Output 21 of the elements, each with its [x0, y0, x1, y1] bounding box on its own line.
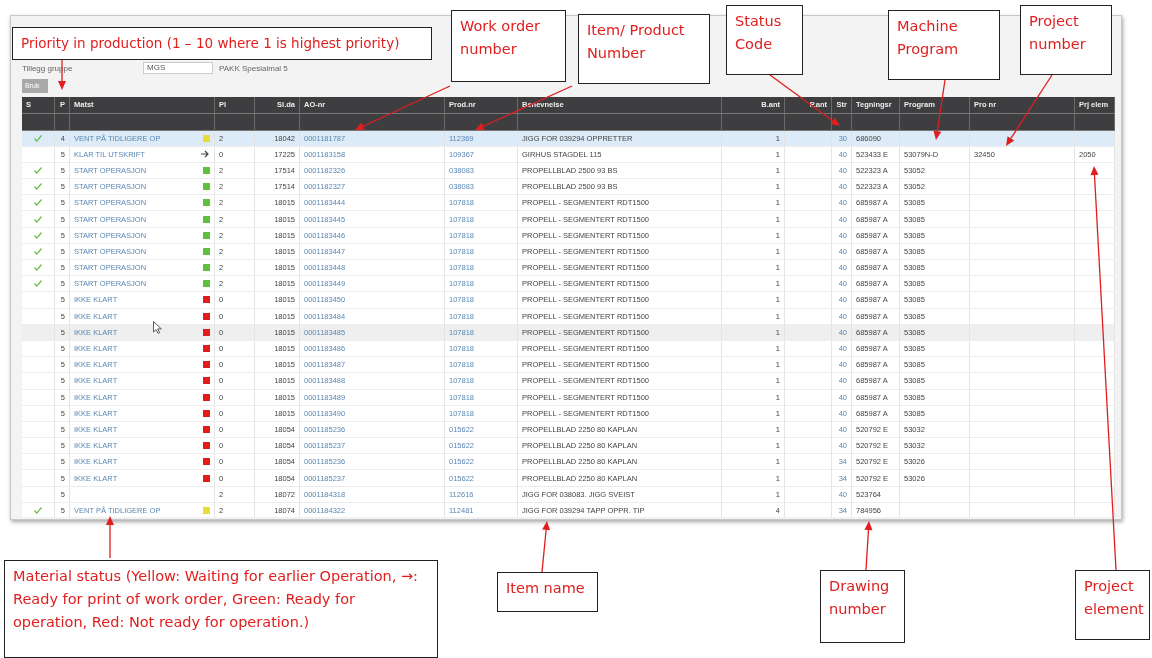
- check-icon: [34, 166, 42, 174]
- annotation-callout: Project number: [1020, 5, 1112, 75]
- annotation-arrow: [541, 521, 551, 573]
- annotation-callout: Item/ Product Number: [578, 14, 710, 84]
- annotation-callout: Machine Program: [888, 10, 1000, 80]
- mouse-pointer-icon: [153, 321, 162, 335]
- annotation-arrow: [933, 79, 946, 140]
- group-note: PAKK Spesialmal 5: [219, 63, 288, 73]
- annotation-callout: Material status (Yellow: Waiting for earlier Operation, →: Ready for print of work order, Green: Ready for operation, Red: Not ready for operation.): [4, 560, 438, 658]
- check-icon: [34, 134, 42, 142]
- annotation-callout: Status Code: [726, 5, 803, 75]
- annotation-callout: Work order number: [451, 10, 566, 82]
- group-field[interactable]: MGS: [143, 62, 213, 74]
- annotation-arrow: [1006, 74, 1053, 146]
- annotation-arrow: [106, 516, 114, 559]
- check-icon: [34, 506, 42, 514]
- annotation-callout: Drawing number: [820, 570, 905, 643]
- annotation-callout: Item name: [497, 572, 598, 612]
- annotation-callout: Project element: [1075, 570, 1150, 640]
- annotation-callout: Priority in production (1 – 10 where 1 is highest priority): [12, 27, 432, 60]
- annotation-arrow: [864, 521, 873, 571]
